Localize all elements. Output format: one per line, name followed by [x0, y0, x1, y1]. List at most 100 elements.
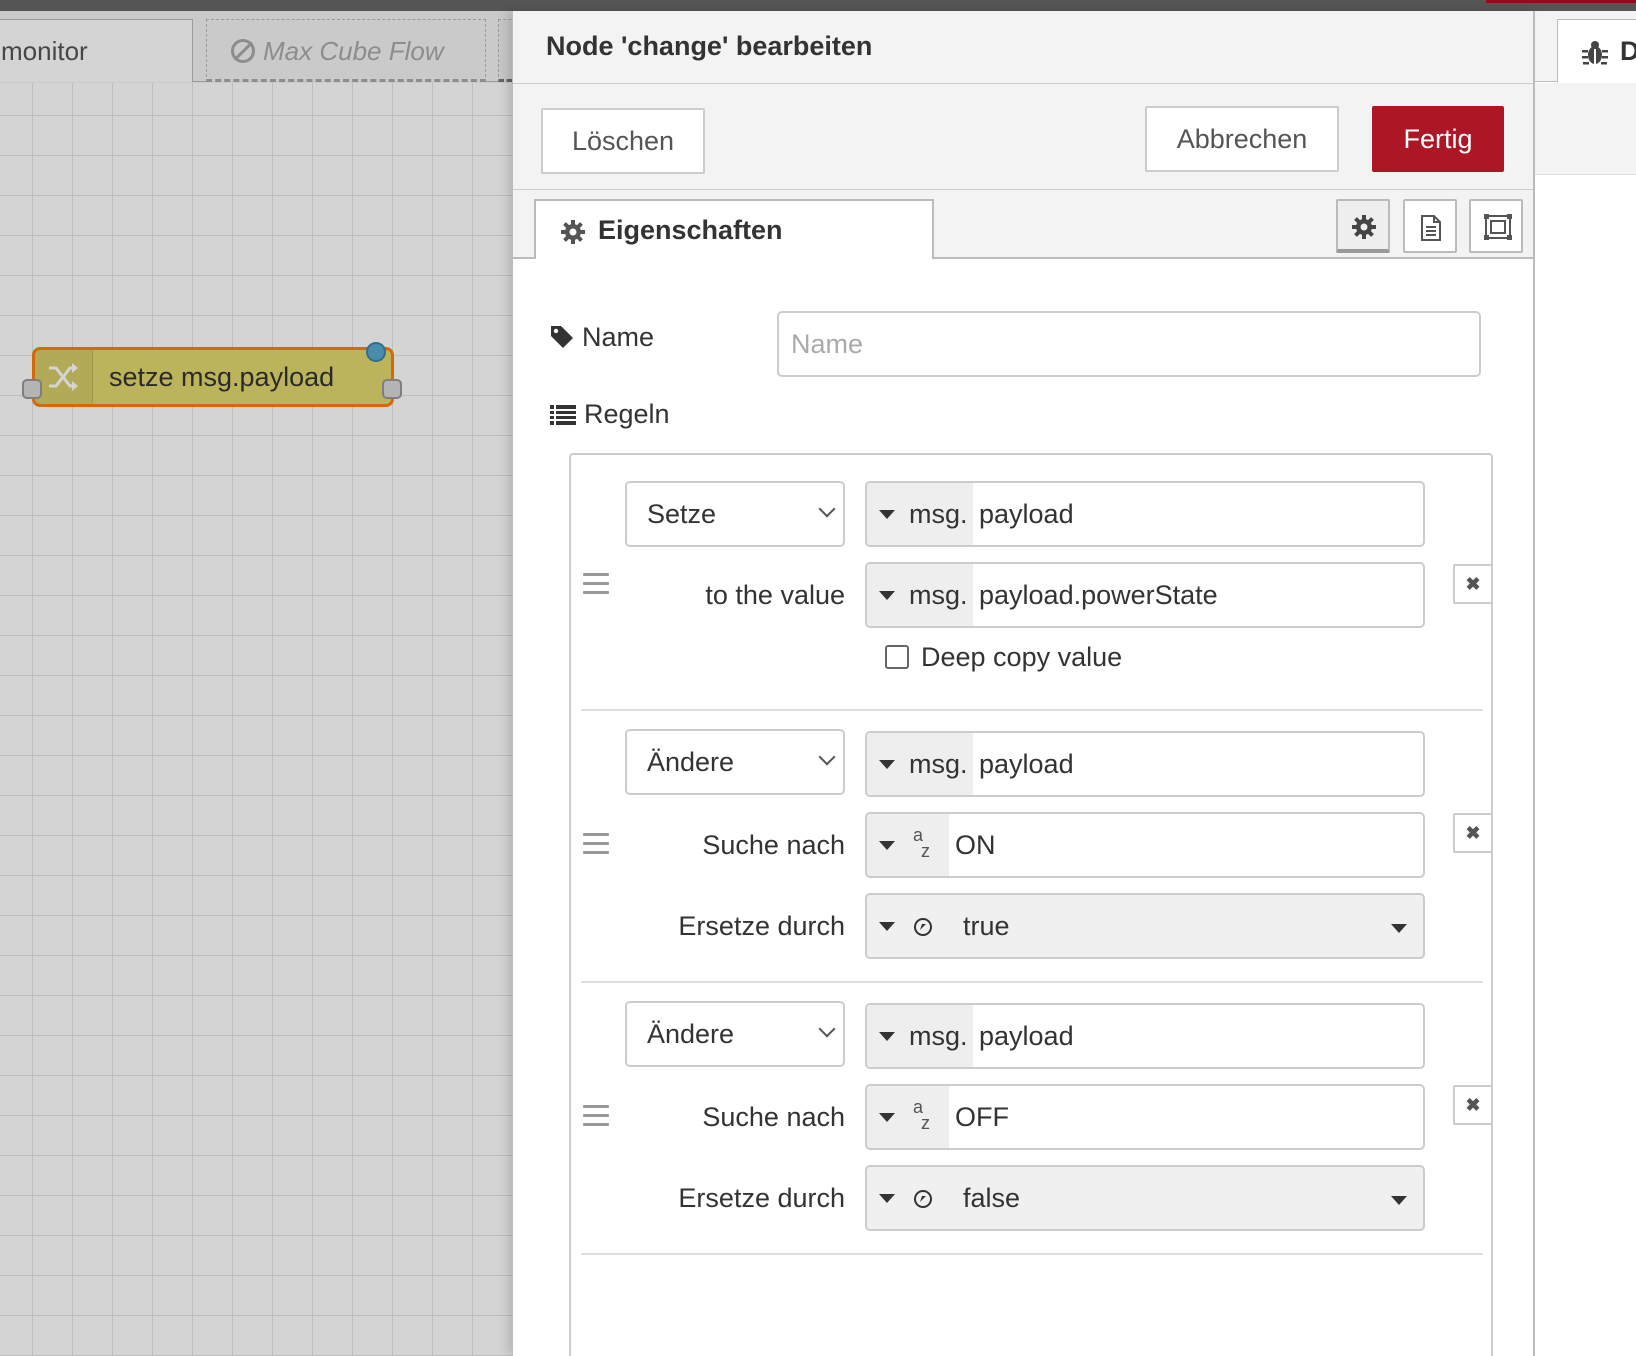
search-label: Suche nach	[702, 830, 845, 860]
rule-target-input[interactable]: msg. payload	[865, 1003, 1425, 1069]
tab-debug[interactable]: D	[1557, 19, 1636, 83]
caret-down-icon	[1391, 1196, 1407, 1205]
search-label: Suche nach	[702, 1102, 845, 1132]
caret-down-icon	[879, 1113, 895, 1122]
tray-toolbar: Löschen Abbrechen Fertig	[513, 84, 1533, 190]
bug-icon	[1582, 41, 1608, 65]
top-bar	[0, 0, 1636, 11]
typed-input-value[interactable]: ON	[955, 814, 996, 876]
rule-action-select[interactable]: Ändere	[625, 1001, 845, 1067]
rule-action-select[interactable]: Setze	[625, 481, 845, 547]
caret-down-icon	[879, 510, 895, 519]
settings-tab-button[interactable]	[1336, 199, 1390, 253]
gear-icon	[1352, 215, 1376, 239]
rule-search-input[interactable]: az OFF	[865, 1084, 1425, 1150]
caret-down-icon	[879, 1032, 895, 1041]
typed-input-type-button[interactable]: msg.	[867, 483, 973, 545]
tray-tabs: Eigenschaften	[513, 190, 1533, 261]
typed-input-value: true	[963, 911, 1010, 941]
deep-copy-option[interactable]: Deep copy value	[885, 642, 1122, 673]
remove-rule-button[interactable]: ✖	[1453, 1085, 1491, 1125]
done-button[interactable]: Fertig	[1372, 106, 1504, 172]
rule-replace-input[interactable]: true	[865, 893, 1425, 959]
typed-input-type-button[interactable]: az	[867, 814, 949, 876]
tray-header: Node 'change' bearbeiten	[513, 11, 1533, 84]
typed-input-type-button[interactable]: msg.	[867, 733, 973, 795]
document-icon	[1421, 215, 1441, 241]
name-label-text: Name	[582, 322, 655, 352]
rule-value-input[interactable]: msg. payload.powerState	[865, 562, 1425, 628]
typed-input-value[interactable]: OFF	[955, 1086, 1009, 1148]
typed-input-value: false	[963, 1183, 1021, 1213]
typed-input-type-button[interactable]: msg.	[867, 1005, 973, 1067]
typed-input-type-button[interactable]: msg.	[867, 564, 973, 626]
typed-input-value[interactable]: payload.powerState	[979, 564, 1218, 626]
workspace: monitor Max Cube Flow setze msg.payload	[0, 11, 512, 1356]
deep-copy-label: Deep copy value	[921, 642, 1123, 672]
tag-icon	[551, 326, 573, 348]
appearance-tab-button[interactable]	[1469, 199, 1523, 253]
rule-action-value: Ändere	[647, 747, 735, 777]
frame-icon	[1484, 214, 1512, 240]
name-input[interactable]	[777, 311, 1481, 377]
properties-panel: Name Regeln Setze msg. payload to the va…	[513, 259, 1533, 1356]
tab-properties-label: Eigenschaften	[598, 215, 783, 245]
rules-label: Regeln	[550, 399, 670, 430]
rule-search-input[interactable]: az ON	[865, 812, 1425, 878]
delete-button[interactable]: Löschen	[541, 108, 705, 174]
caret-down-icon	[879, 591, 895, 600]
tray-title: Node 'change' bearbeiten	[546, 31, 873, 61]
rule-target-input[interactable]: msg. payload	[865, 481, 1425, 547]
rule-item: Ändere msg. payload Suche nach az ON Ers…	[581, 711, 1491, 983]
caret-down-icon	[879, 760, 895, 769]
cancel-button[interactable]: Abbrechen	[1145, 106, 1339, 172]
editor-tray: Node 'change' bearbeiten Löschen Abbrech…	[512, 11, 1534, 1356]
deep-copy-checkbox[interactable]	[885, 645, 909, 669]
top-bar-accent	[1486, 0, 1636, 3]
drag-handle[interactable]	[583, 833, 609, 860]
rule-item: Ändere msg. payload Suche nach az OFF Er…	[581, 983, 1491, 1255]
drag-handle[interactable]	[583, 1105, 609, 1132]
typed-input-value[interactable]: payload	[979, 483, 1074, 545]
caret-down-icon	[1391, 924, 1407, 933]
drag-handle[interactable]	[583, 573, 609, 600]
typed-input-type-label: msg.	[909, 749, 968, 779]
sidebar-tabs: D	[1535, 11, 1636, 83]
typed-input-type-label: msg.	[909, 499, 968, 529]
rule-item: Setze msg. payload to the value msg. pay…	[581, 455, 1491, 711]
tab-properties[interactable]: Eigenschaften	[534, 199, 934, 261]
caret-down-icon	[879, 922, 895, 931]
caret-down-icon	[879, 1194, 895, 1203]
sidebar-toolbar	[1535, 83, 1636, 175]
typed-input-value[interactable]: payload	[979, 733, 1074, 795]
boolean-type-icon	[914, 918, 932, 936]
rules-list: Setze msg. payload to the value msg. pay…	[569, 453, 1493, 1356]
rule-replace-input[interactable]: false	[865, 1165, 1425, 1231]
tab-debug-label: D	[1620, 36, 1636, 66]
name-label: Name	[550, 322, 654, 353]
chevron-down-icon	[818, 500, 836, 518]
workspace-overlay	[0, 11, 512, 1356]
list-icon	[550, 405, 576, 425]
chevron-down-icon	[818, 748, 836, 766]
rule-action-value: Setze	[647, 499, 717, 529]
replace-label: Ersetze durch	[678, 1183, 845, 1213]
sidebar: D	[1534, 11, 1636, 1356]
gear-icon	[561, 220, 585, 244]
description-tab-button[interactable]	[1403, 199, 1457, 253]
replace-label: Ersetze durch	[678, 911, 845, 941]
typed-input-type-label: msg.	[909, 1021, 968, 1051]
rules-label-text: Regeln	[584, 399, 670, 429]
rule-target-input[interactable]: msg. payload	[865, 731, 1425, 797]
caret-down-icon	[879, 841, 895, 850]
remove-rule-button[interactable]: ✖	[1453, 813, 1491, 853]
typed-input-type-label: msg.	[909, 580, 968, 610]
rule-action-value: Ändere	[647, 1019, 735, 1049]
boolean-type-icon	[914, 1190, 932, 1208]
remove-rule-button[interactable]: ✖	[1453, 564, 1491, 604]
chevron-down-icon	[818, 1020, 836, 1038]
typed-input-type-button[interactable]: az	[867, 1086, 949, 1148]
typed-input-value[interactable]: payload	[979, 1005, 1074, 1067]
to-the-value-label: to the value	[705, 580, 845, 610]
rule-action-select[interactable]: Ändere	[625, 729, 845, 795]
